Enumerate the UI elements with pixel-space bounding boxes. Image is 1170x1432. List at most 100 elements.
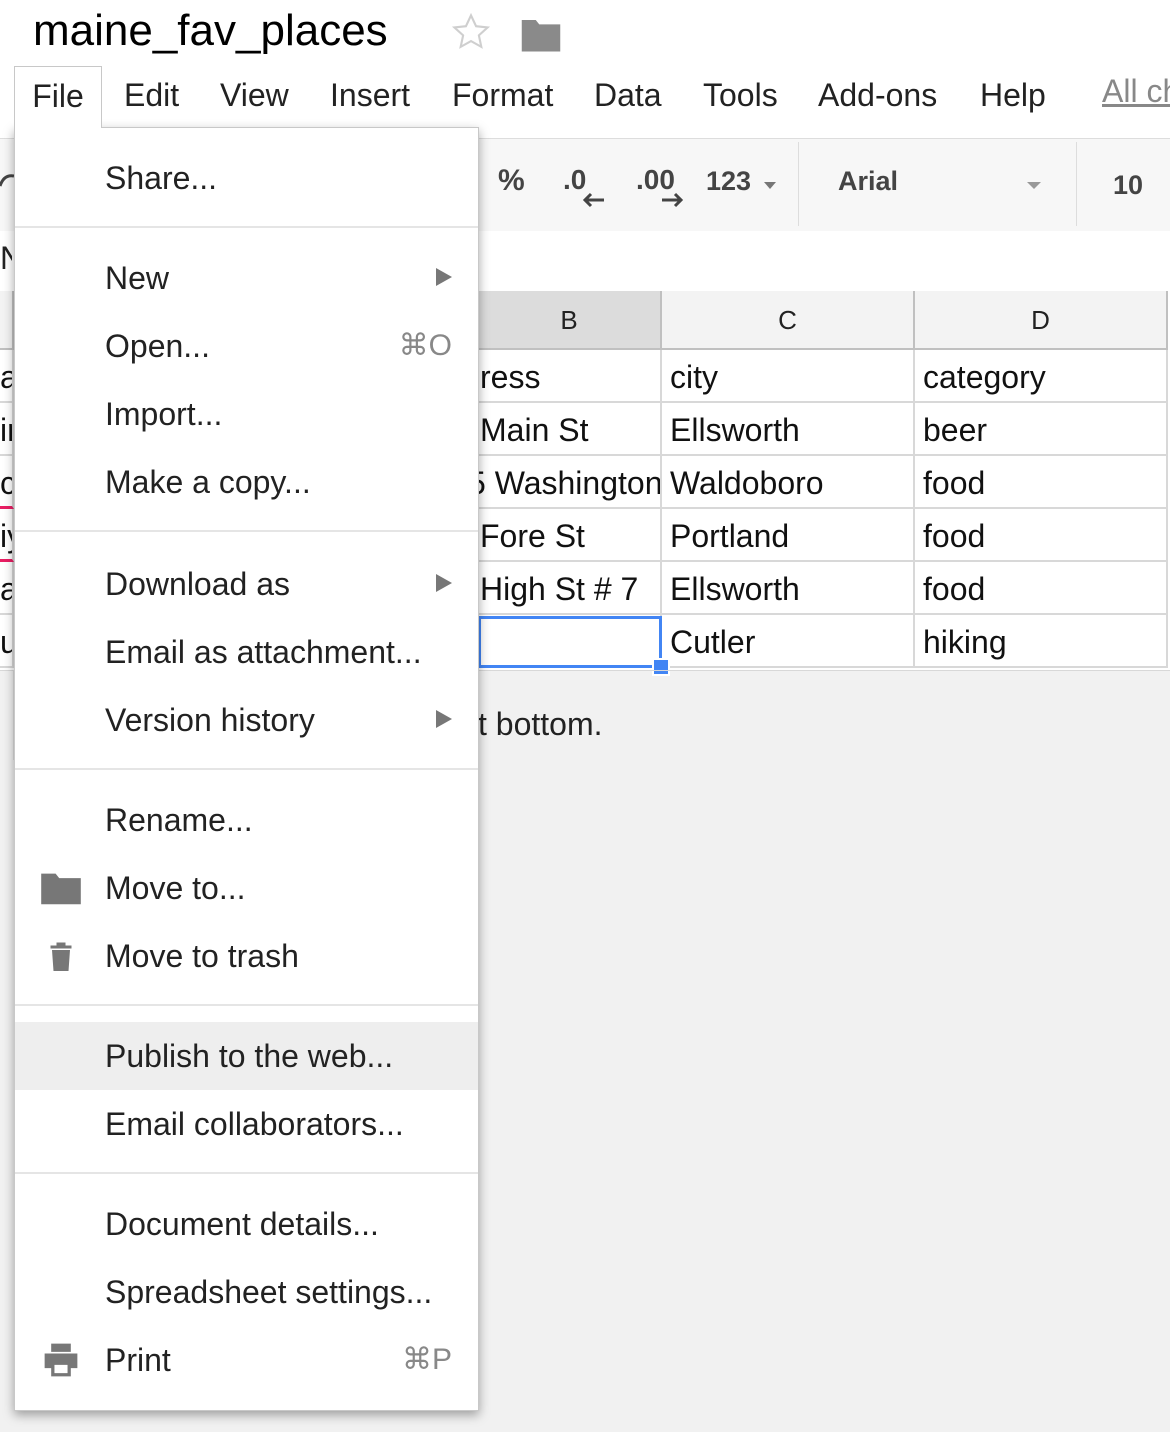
font-family-select[interactable]: Arial xyxy=(838,166,898,197)
toolbar-divider xyxy=(1076,142,1077,226)
cell[interactable]: ir xyxy=(0,403,14,456)
menu-rename-label: Rename... xyxy=(105,802,253,838)
column-header-c[interactable]: C xyxy=(662,291,915,350)
menu-data[interactable]: Data xyxy=(594,66,662,124)
cell[interactable]: a xyxy=(0,350,14,403)
menu-divider xyxy=(15,1172,478,1174)
folder-icon xyxy=(41,873,81,905)
menu-move-to-trash[interactable]: Move to trash xyxy=(15,922,478,990)
menu-email-attachment-label: Email as attachment... xyxy=(105,634,422,670)
menu-document-details[interactable]: Document details... xyxy=(15,1190,478,1258)
menu-download-as[interactable]: Download as xyxy=(15,550,478,618)
submenu-arrow-icon xyxy=(436,710,452,728)
menu-spreadsheet-settings-label: Spreadsheet settings... xyxy=(105,1274,433,1310)
menu-email-collaborators-label: Email collaborators... xyxy=(105,1106,404,1142)
menu-import-label: Import... xyxy=(105,396,223,432)
printer-icon xyxy=(44,1343,78,1377)
all-changes-saved-link[interactable]: All ch xyxy=(1102,66,1170,116)
menu-file[interactable]: File xyxy=(14,66,102,128)
menu-open[interactable]: Open... ⌘O xyxy=(15,312,478,380)
cell[interactable]: Portland xyxy=(662,509,915,562)
menu-download-as-label: Download as xyxy=(105,566,290,602)
submenu-arrow-icon xyxy=(436,268,452,286)
menu-new[interactable]: New xyxy=(15,244,478,312)
cell[interactable]: Waldoboro xyxy=(662,456,915,509)
cell[interactable]: ress xyxy=(478,350,662,403)
row-header-corner xyxy=(0,291,14,350)
cell[interactable]: c xyxy=(0,456,14,509)
menu-rename[interactable]: Rename... xyxy=(15,786,478,854)
menu-move-to[interactable]: Move to... xyxy=(15,854,478,922)
menu-new-label: New xyxy=(105,260,170,296)
cell[interactable]: Ellsworth xyxy=(662,562,915,615)
arrow-left-icon xyxy=(582,192,604,208)
cell[interactable]: food xyxy=(915,509,1168,562)
column-header-b[interactable]: B xyxy=(478,291,662,350)
menu-import[interactable]: Import... xyxy=(15,380,478,448)
percent-format-button[interactable]: % xyxy=(498,164,525,198)
file-menu-dropdown: Share... New Open... ⌘O Import... Make a… xyxy=(14,127,479,1411)
menu-divider xyxy=(15,530,478,532)
cell[interactable]: category xyxy=(915,350,1168,403)
folder-icon[interactable] xyxy=(520,14,562,54)
menu-version-history[interactable]: Version history xyxy=(15,686,478,754)
menu-print-label: Print xyxy=(105,1342,171,1378)
cell[interactable]: Fore St xyxy=(478,509,662,562)
cell[interactable]: u xyxy=(0,615,14,668)
cell[interactable]: food xyxy=(915,456,1168,509)
menu-share-label: Share... xyxy=(105,160,218,196)
arrow-right-icon xyxy=(662,192,684,208)
menu-addons[interactable]: Add-ons xyxy=(818,66,937,124)
menu-help[interactable]: Help xyxy=(980,66,1046,124)
menu-open-label: Open... xyxy=(105,328,210,364)
menu-publish-label: Publish to the web... xyxy=(105,1038,394,1074)
menu-divider xyxy=(15,226,478,228)
cell[interactable]: food xyxy=(915,562,1168,615)
menu-move-to-label: Move to... xyxy=(105,870,246,906)
trash-icon xyxy=(50,942,72,971)
cell[interactable]: iy xyxy=(0,509,14,562)
cell[interactable]: High St # 7 xyxy=(478,562,662,615)
menu-tools[interactable]: Tools xyxy=(703,66,778,124)
menu-make-copy[interactable]: Make a copy... xyxy=(15,448,478,516)
menu-view[interactable]: View xyxy=(220,66,289,124)
cell[interactable]: hiking xyxy=(915,615,1168,668)
menu-version-history-label: Version history xyxy=(105,702,315,738)
menu-document-details-label: Document details... xyxy=(105,1206,379,1242)
submenu-arrow-icon xyxy=(436,574,452,592)
menu-make-copy-label: Make a copy... xyxy=(105,464,311,500)
cell[interactable]: Cutler xyxy=(662,615,915,668)
menu-insert[interactable]: Insert xyxy=(330,66,410,124)
chevron-down-icon xyxy=(764,182,776,189)
cell[interactable]: Main St xyxy=(478,403,662,456)
menu-format[interactable]: Format xyxy=(452,66,553,124)
toolbar-divider xyxy=(798,142,799,226)
font-size-select[interactable]: 10 xyxy=(1113,170,1143,201)
below-grid-text: t bottom. xyxy=(478,706,603,742)
cell[interactable]: 5 Washington xyxy=(478,456,662,509)
document-title[interactable]: maine_fav_places xyxy=(33,6,388,56)
cell[interactable]: Ellsworth xyxy=(662,403,915,456)
cell[interactable]: beer xyxy=(915,403,1168,456)
selected-cell-outline[interactable] xyxy=(478,616,662,668)
shortcut-label: ⌘O xyxy=(398,329,452,362)
more-formats-button[interactable]: 123 xyxy=(706,166,751,197)
menu-divider xyxy=(15,1004,478,1006)
shortcut-label: ⌘P xyxy=(401,1343,452,1376)
menu-edit[interactable]: Edit xyxy=(124,66,179,124)
cell[interactable]: city xyxy=(662,350,915,403)
menu-share[interactable]: Share... xyxy=(15,144,478,212)
formula-bar-fragment: N xyxy=(0,240,12,276)
chevron-down-icon xyxy=(1027,182,1041,189)
menu-move-to-trash-label: Move to trash xyxy=(105,938,299,974)
menu-email-collaborators[interactable]: Email collaborators... xyxy=(15,1090,478,1158)
fill-handle[interactable] xyxy=(652,658,670,676)
menu-email-attachment[interactable]: Email as attachment... xyxy=(15,618,478,686)
menu-print[interactable]: Print ⌘P xyxy=(15,1326,478,1394)
star-icon[interactable] xyxy=(450,8,492,56)
cell[interactable]: a xyxy=(0,562,14,615)
menu-spreadsheet-settings[interactable]: Spreadsheet settings... xyxy=(15,1258,478,1326)
menu-publish-to-web[interactable]: Publish to the web... xyxy=(15,1022,478,1090)
cell-text: 5 Washington xyxy=(478,465,662,501)
column-header-d[interactable]: D xyxy=(915,291,1168,350)
